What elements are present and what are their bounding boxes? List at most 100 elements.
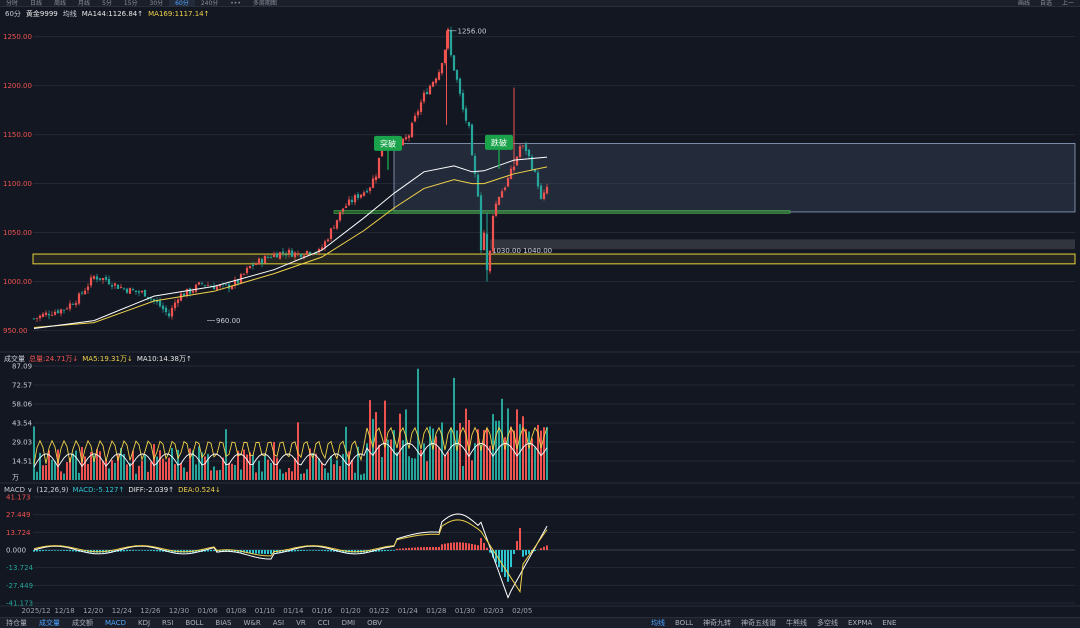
x-axis-tick: 02/03 bbox=[484, 607, 504, 615]
volume-bar bbox=[471, 460, 473, 480]
overlay-tab[interactable]: 多空线 bbox=[812, 618, 843, 628]
macd-histogram-bar bbox=[150, 550, 152, 551]
macd-histogram-bar bbox=[147, 550, 149, 551]
indicator-tab[interactable]: 持仓量 bbox=[0, 618, 33, 628]
macd-histogram-bar bbox=[294, 550, 296, 552]
volume-bar bbox=[384, 400, 386, 480]
candle-body bbox=[266, 256, 270, 258]
x-axis-tick: 01/14 bbox=[283, 607, 304, 615]
candle-body bbox=[68, 303, 72, 309]
candle-body bbox=[242, 273, 246, 275]
candle-body bbox=[518, 146, 522, 157]
indicator-tab[interactable]: RSI bbox=[156, 618, 179, 628]
zone-price-label: 1030.00 1040.00 bbox=[492, 247, 552, 255]
volume-bar bbox=[132, 450, 134, 480]
overlay-tab[interactable]: 均线 bbox=[646, 618, 670, 628]
macd-value: MACD:-5.127↑ bbox=[72, 486, 125, 494]
volume-bar bbox=[378, 444, 380, 480]
indicator-tab-bar: 持仓量 成交量 成交额 MACD KDJ RSI BOLL BIAS W&R ASI VR CCI DM… bbox=[0, 617, 1080, 628]
volume-bar bbox=[162, 458, 164, 480]
indicator-tab[interactable]: BIAS bbox=[209, 618, 237, 628]
indicator-tab[interactable]: CCI bbox=[312, 618, 336, 628]
gray-zone bbox=[490, 239, 1075, 250]
candle-body bbox=[248, 265, 252, 269]
x-axis-tick: 12/26 bbox=[140, 607, 161, 615]
macd-histogram-bar bbox=[138, 550, 140, 551]
macd-histogram-bar bbox=[66, 550, 68, 552]
candle-body bbox=[308, 251, 312, 254]
price-y-tick: 1200.00 bbox=[3, 82, 32, 90]
price-y-tick: 1100.00 bbox=[3, 180, 32, 188]
volume-bar bbox=[351, 459, 353, 480]
candle-body bbox=[410, 122, 414, 137]
volume-bar bbox=[414, 458, 416, 480]
indicator-tab[interactable]: KDJ bbox=[132, 618, 156, 628]
candle-body bbox=[119, 287, 123, 288]
overlay-tab[interactable]: EXPMA bbox=[843, 618, 877, 628]
volume-bar bbox=[423, 443, 425, 480]
volume-bar bbox=[159, 450, 161, 480]
volume-bar bbox=[363, 473, 365, 480]
overlay-tab[interactable]: ENE bbox=[877, 618, 901, 628]
support-band bbox=[32, 253, 1076, 265]
volume-bar bbox=[411, 458, 413, 480]
candle-body bbox=[224, 284, 228, 286]
volume-bar bbox=[303, 473, 305, 480]
indicator-tab[interactable]: OBV bbox=[361, 618, 388, 628]
indicator-tab[interactable]: VR bbox=[290, 618, 312, 628]
candle-body bbox=[281, 251, 285, 254]
candle-body bbox=[449, 30, 453, 56]
volume-y-tick: 58.06 bbox=[12, 401, 33, 409]
volume-bar bbox=[333, 464, 335, 480]
macd-title[interactable]: MACD ∨ bbox=[4, 486, 32, 494]
volume-bar bbox=[276, 457, 278, 480]
candle-body bbox=[263, 255, 267, 264]
indicator-tab[interactable]: W&R bbox=[238, 618, 267, 628]
macd-histogram-bar bbox=[426, 547, 428, 550]
indicator-tab[interactable]: 成交额 bbox=[66, 618, 99, 628]
macd-histogram-bar bbox=[450, 542, 452, 550]
volume-bar bbox=[165, 461, 167, 480]
volume-bar bbox=[279, 469, 281, 480]
volume-bar bbox=[267, 459, 269, 480]
candle-body bbox=[455, 70, 459, 80]
volume-bar bbox=[60, 471, 62, 480]
indicator-tab[interactable]: ASI bbox=[267, 618, 290, 628]
macd-histogram-bar bbox=[48, 550, 50, 551]
candle-body bbox=[185, 288, 189, 297]
candle-body bbox=[536, 172, 540, 187]
volume-bar bbox=[438, 447, 440, 480]
volume-bar bbox=[99, 451, 101, 480]
x-axis-tick: 01/10 bbox=[255, 607, 275, 615]
macd-histogram-bar bbox=[468, 543, 470, 550]
candle-body bbox=[341, 208, 345, 212]
candle-body bbox=[542, 192, 546, 200]
indicator-tab[interactable]: BOLL bbox=[179, 618, 209, 628]
volume-bar bbox=[417, 368, 419, 480]
indicator-tab[interactable]: 成交量 bbox=[33, 618, 66, 628]
overlay-tab[interactable]: 神奇五线谱 bbox=[736, 618, 781, 628]
macd-histogram-bar bbox=[135, 550, 137, 551]
indicator-tab[interactable]: MACD bbox=[99, 618, 132, 628]
volume-bar bbox=[372, 418, 374, 480]
indicator-tab[interactable]: DMI bbox=[336, 618, 362, 628]
macd-histogram-bar bbox=[456, 542, 458, 550]
overlay-tab[interactable]: 神奇九转 bbox=[698, 618, 736, 628]
candle-body bbox=[362, 192, 366, 196]
macd-histogram-bar bbox=[258, 550, 260, 554]
macd-y-tick: -13.724 bbox=[6, 564, 34, 572]
x-axis-tick: 01/28 bbox=[426, 607, 446, 615]
candle-body bbox=[143, 289, 147, 297]
overlay-tab[interactable]: 牛熊线 bbox=[781, 618, 812, 628]
overlay-tab[interactable]: BOLL bbox=[670, 618, 698, 628]
candle-body bbox=[32, 318, 36, 320]
price-chart[interactable]: 1250.00 1200.00 1150.00 1100.00 1050.00 1000.… bbox=[0, 0, 1080, 628]
macd-histogram-bar bbox=[483, 542, 485, 550]
volume-ma10: MA10:14.38万↑ bbox=[136, 355, 192, 363]
candle-body bbox=[353, 195, 357, 203]
candle-body bbox=[95, 276, 99, 280]
macd-histogram-bar bbox=[429, 547, 431, 550]
macd-histogram-bar bbox=[486, 547, 488, 550]
volume-title[interactable]: 成交量 bbox=[4, 354, 25, 364]
macd-histogram-bar bbox=[387, 550, 389, 551]
